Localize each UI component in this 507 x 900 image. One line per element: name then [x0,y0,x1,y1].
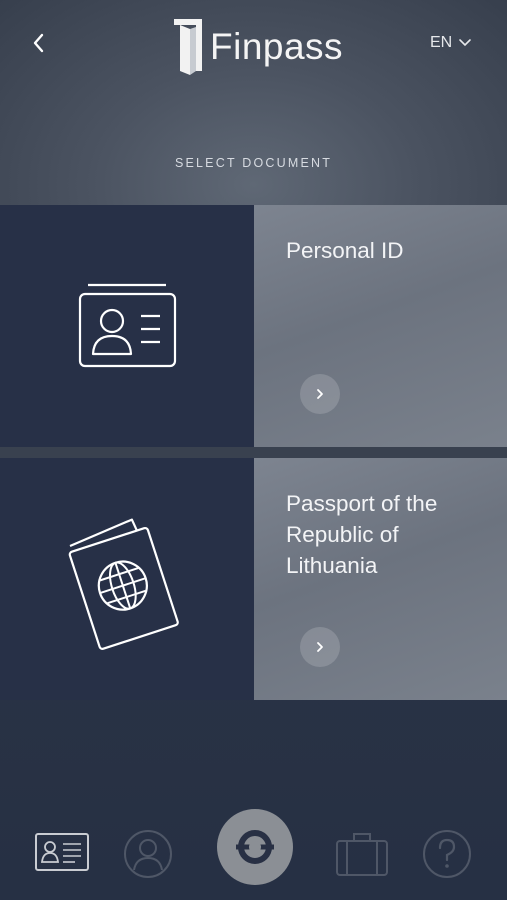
nav-scan-button[interactable] [217,809,293,885]
open-document-button[interactable] [300,627,340,667]
language-label: EN [430,34,453,51]
scan-icon [236,830,274,864]
door-logo-icon [174,19,202,75]
header: Finpass EN SELECT DOCUMENT [0,0,507,205]
card-divider [0,447,507,458]
card-info-panel: Personal ID [254,205,507,447]
open-document-button[interactable] [300,374,340,414]
id-card-icon [35,833,89,871]
bottom-navigation [0,800,507,900]
language-selector[interactable]: EN [430,34,472,52]
nav-documents[interactable] [33,831,91,873]
chevron-right-icon [317,389,323,399]
document-card-passport[interactable]: Passport of the Republic of Lithuania [0,458,507,700]
card-info-panel: Passport of the Republic of Lithuania [254,458,507,700]
chevron-down-icon [459,39,472,47]
page-subtitle: SELECT DOCUMENT [174,156,333,170]
question-icon [423,830,471,878]
briefcase-icon [336,833,388,876]
app-logo: Finpass [170,16,343,78]
card-icon-panel [0,205,254,447]
nav-profile[interactable] [122,828,174,880]
id-card-icon [78,283,177,368]
chevron-right-icon [317,642,323,652]
user-icon [124,830,172,878]
document-title: Passport of the Republic of Lithuania [286,491,438,578]
nav-wallet[interactable] [334,830,390,878]
back-button[interactable] [26,28,56,58]
document-card-personal-id[interactable]: Personal ID [0,205,507,447]
passport-icon [68,518,179,650]
nav-help[interactable] [421,828,473,880]
chevron-left-icon [33,33,44,53]
card-icon-panel [0,458,254,700]
app-name: Finpass [210,26,344,67]
document-title: Personal ID [286,238,404,263]
